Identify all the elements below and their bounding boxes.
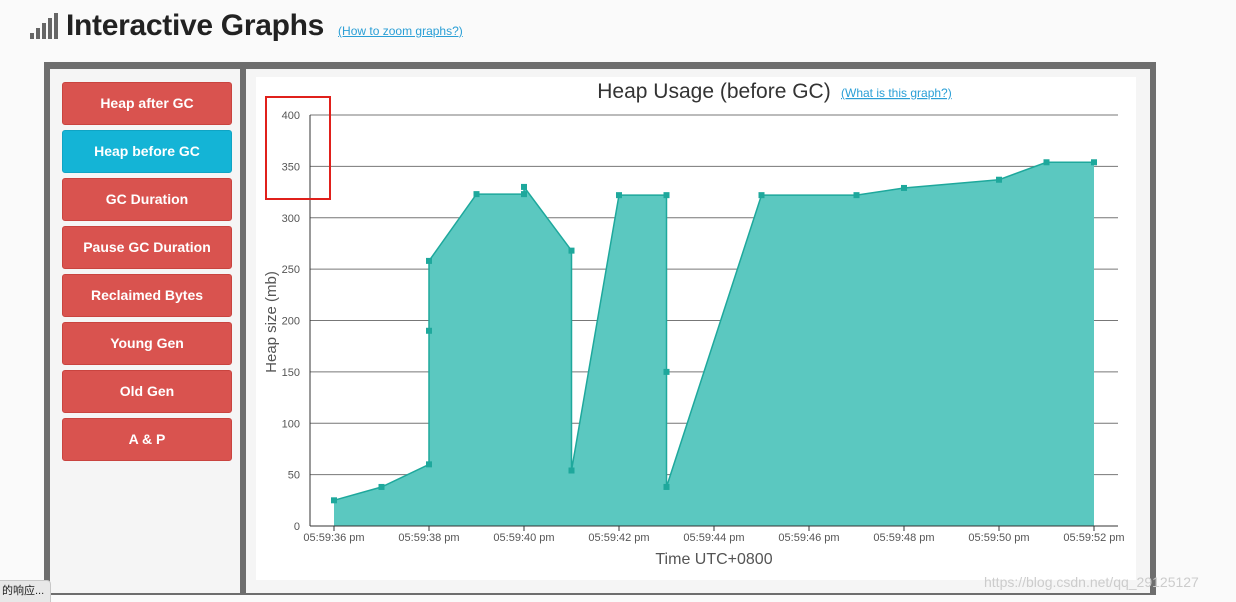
y-tick-label: 0 bbox=[294, 521, 300, 533]
x-tick-label: 05:59:42 pm bbox=[588, 532, 649, 544]
data-point[interactable] bbox=[568, 247, 575, 254]
pause-gc-duration-button[interactable]: Pause GC Duration bbox=[62, 226, 232, 269]
x-tick-label: 05:59:36 pm bbox=[303, 532, 364, 544]
x-tick-label: 05:59:52 pm bbox=[1063, 532, 1124, 544]
heap-usage-chart[interactable]: 050100150200250300350400 05:59:36 pm 05:5… bbox=[256, 77, 1136, 580]
x-tick-label: 05:59:46 pm bbox=[778, 532, 839, 544]
young-gen-button[interactable]: Young Gen bbox=[62, 322, 232, 365]
x-tick-labels: 05:59:36 pm 05:59:38 pm 05:59:40 pm 05:59:4… bbox=[303, 526, 1125, 544]
data-point[interactable] bbox=[663, 368, 670, 375]
data-point[interactable] bbox=[331, 497, 337, 504]
data-point[interactable] bbox=[521, 191, 527, 198]
data-point[interactable] bbox=[663, 483, 670, 490]
y-tick-label: 300 bbox=[282, 213, 300, 225]
y-tick-label: 50 bbox=[288, 470, 300, 482]
graph-frame: Heap after GC Heap before GC GC Duration… bbox=[44, 62, 1156, 595]
y-tick-label: 200 bbox=[282, 316, 300, 328]
x-tick-label: 05:59:38 pm bbox=[398, 532, 459, 544]
data-point[interactable] bbox=[616, 192, 622, 199]
y-tick-label: 250 bbox=[282, 264, 300, 276]
y-tick-labels: 0 50 100 150 200 250 300 350 400 bbox=[282, 110, 300, 533]
y-tick-label: 350 bbox=[282, 161, 300, 173]
zoom-help-link[interactable]: (How to zoom graphs?) bbox=[338, 24, 463, 38]
data-point[interactable] bbox=[426, 257, 432, 264]
signal-bars-icon bbox=[30, 13, 58, 39]
reclaimed-bytes-button[interactable]: Reclaimed Bytes bbox=[62, 274, 232, 317]
y-tick-label: 100 bbox=[282, 418, 300, 430]
x-tick-label: 05:59:48 pm bbox=[873, 532, 934, 544]
data-point[interactable] bbox=[521, 183, 527, 190]
a-and-p-button[interactable]: A & P bbox=[62, 418, 232, 461]
data-point[interactable] bbox=[996, 176, 1002, 183]
graph-help-link[interactable]: (What is this graph?) bbox=[841, 86, 952, 100]
heap-area-fill bbox=[334, 162, 1094, 527]
heap-after-gc-button[interactable]: Heap after GC bbox=[62, 82, 232, 125]
data-point[interactable] bbox=[568, 467, 575, 474]
chart-panel: 0 50 100 150 200 250 300 350 400 05:59:36 pm 05:5… bbox=[246, 69, 1150, 593]
data-point[interactable] bbox=[1043, 159, 1050, 166]
x-axis-label: Time UTC+0800 bbox=[655, 551, 772, 568]
watermark: https://blog.csdn.net/qq_29125127 bbox=[984, 574, 1199, 590]
x-tick-label: 05:59:40 pm bbox=[493, 532, 554, 544]
x-tick-label: 05:59:44 pm bbox=[683, 532, 744, 544]
chart-container: 0 50 100 150 200 250 300 350 400 05:59:36 pm 05:5… bbox=[256, 77, 1136, 580]
data-point[interactable] bbox=[473, 191, 480, 198]
data-point[interactable] bbox=[901, 184, 907, 191]
heap-before-gc-button[interactable]: Heap before GC bbox=[62, 130, 232, 173]
status-tooltip: 的响应... bbox=[0, 580, 52, 602]
old-gen-button[interactable]: Old Gen bbox=[62, 370, 232, 413]
page-header: Interactive Graphs (How to zoom graphs?) bbox=[30, 8, 463, 44]
data-point[interactable] bbox=[663, 192, 670, 199]
gc-duration-button[interactable]: GC Duration bbox=[62, 178, 232, 221]
data-point[interactable] bbox=[426, 327, 432, 334]
chart-title: Heap Usage (before GC) bbox=[597, 80, 830, 103]
y-tick-label: 400 bbox=[282, 110, 300, 122]
data-point[interactable] bbox=[853, 192, 860, 199]
data-point[interactable] bbox=[378, 483, 385, 490]
y-tick-label: 150 bbox=[282, 367, 300, 379]
y-axis-label: Heap size (mb) bbox=[263, 271, 280, 373]
data-point[interactable] bbox=[758, 192, 765, 199]
graph-sidebar: Heap after GC Heap before GC GC Duration… bbox=[50, 69, 240, 593]
x-tick-label: 05:59:50 pm bbox=[968, 532, 1029, 544]
data-point[interactable] bbox=[426, 461, 432, 468]
page-title: Interactive Graphs bbox=[66, 9, 325, 42]
data-point[interactable] bbox=[1091, 159, 1097, 166]
